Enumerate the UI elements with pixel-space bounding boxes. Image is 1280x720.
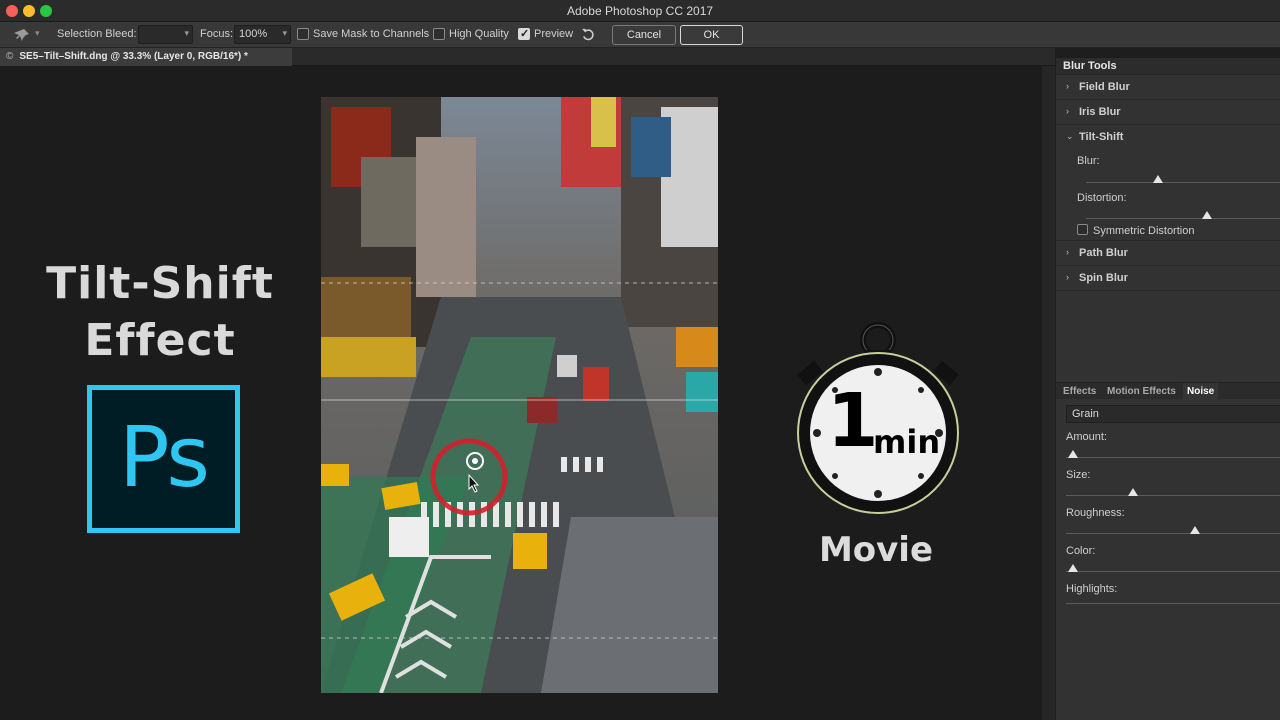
tab-effects[interactable]: Effects	[1063, 386, 1096, 397]
tilt-shift-section: ⌄ Tilt-Shift Blur: Distortion: Symmetric…	[1056, 125, 1280, 241]
pin-tool-icon[interactable]	[14, 27, 30, 43]
noise-type-value: Grain	[1072, 408, 1099, 420]
blur-amount-label: Blur:	[1077, 155, 1100, 167]
stopwatch-number: 1	[827, 378, 879, 464]
document-tab-bar: © SE5–Tilt–Shift.dng @ 33.3% (Layer 0, RG…	[0, 48, 1055, 66]
cancel-button[interactable]: Cancel	[612, 25, 676, 45]
options-bar: ▾ Selection Bleed: ▾ Focus: 100% ▾ Save …	[0, 22, 1280, 48]
iris-blur-section[interactable]: › Iris Blur	[1056, 100, 1280, 125]
color-track[interactable]	[1066, 571, 1280, 572]
distortion-label: Distortion:	[1077, 192, 1127, 204]
focus-value: 100%	[239, 28, 268, 40]
spin-blur-label: Spin Blur	[1079, 272, 1128, 284]
symmetric-distortion-label: Symmetric Distortion	[1093, 225, 1195, 237]
chevron-right-icon: ›	[1066, 247, 1069, 257]
blur-tools-panel: Blur Tools › Field Blur › Iris Blur ⌄ Ti…	[1055, 58, 1280, 720]
tab-noise[interactable]: Noise	[1183, 383, 1219, 400]
spin-blur-section[interactable]: › Spin Blur	[1056, 266, 1280, 291]
save-mask-label: Save Mask to Channels	[313, 28, 430, 40]
app-title: Adobe Photoshop CC 2017	[566, 4, 714, 18]
overlay-title-line1: Tilt-Shift	[46, 258, 274, 309]
chevron-down-icon: ▾	[282, 28, 287, 38]
highlights-label: Highlights:	[1066, 583, 1118, 595]
size-slider-thumb[interactable]	[1128, 488, 1138, 496]
chevron-down-icon[interactable]: ⌄	[1066, 131, 1074, 142]
chevron-right-icon: ›	[1066, 81, 1069, 91]
stopwatch-unit: min	[873, 423, 941, 461]
symmetric-distortion-checkbox[interactable]	[1077, 224, 1088, 235]
iris-blur-label: Iris Blur	[1079, 106, 1121, 118]
distortion-slider-thumb[interactable]	[1201, 211, 1212, 219]
size-track[interactable]	[1066, 495, 1280, 496]
chevron-right-icon: ›	[1066, 106, 1069, 116]
field-blur-section[interactable]: › Field Blur	[1056, 75, 1280, 100]
close-tab-icon[interactable]: ©	[6, 51, 13, 62]
selection-bleed-label: Selection Bleed:	[57, 28, 137, 40]
stopwatch-graphic: 1 min	[795, 318, 961, 518]
blur-tools-header: Blur Tools	[1056, 58, 1280, 75]
blur-amount-track[interactable]	[1086, 182, 1280, 183]
field-blur-label: Field Blur	[1079, 81, 1130, 93]
document-image[interactable]	[321, 97, 718, 693]
photoshop-logo: Ps	[87, 385, 240, 533]
focus-field[interactable]: 100% ▾	[234, 25, 291, 44]
high-quality-checkbox[interactable]	[433, 28, 445, 40]
document-tab[interactable]: © SE5–Tilt–Shift.dng @ 33.3% (Layer 0, RG…	[0, 48, 292, 66]
amount-slider-thumb[interactable]	[1068, 450, 1078, 458]
title-bar: Adobe Photoshop CC 2017	[0, 0, 1280, 22]
movie-label: Movie	[818, 530, 934, 570]
overlay-title-line2: Effect	[84, 315, 236, 366]
focus-label: Focus:	[200, 28, 234, 40]
document-tab-title: SE5–Tilt–Shift.dng @ 33.3% (Layer 0, RGB…	[19, 51, 248, 62]
roughness-track[interactable]	[1066, 533, 1280, 534]
tilt-shift-label[interactable]: Tilt-Shift	[1079, 131, 1123, 143]
amount-label: Amount:	[1066, 431, 1107, 443]
effects-tab-bar: Effects Motion Effects Noise	[1056, 382, 1280, 400]
highlights-track[interactable]	[1066, 603, 1280, 604]
path-blur-label: Path Blur	[1079, 247, 1128, 259]
path-blur-section[interactable]: › Path Blur	[1056, 241, 1280, 266]
distortion-track[interactable]	[1086, 218, 1280, 219]
noise-type-select[interactable]: Grain	[1066, 405, 1280, 423]
amount-track[interactable]	[1066, 457, 1280, 458]
ok-button[interactable]: OK	[680, 25, 743, 45]
roughness-slider-thumb[interactable]	[1190, 526, 1200, 534]
blur-amount-slider-thumb[interactable]	[1153, 175, 1164, 183]
size-label: Size:	[1066, 469, 1091, 481]
high-quality-label: High Quality	[449, 28, 509, 40]
chevron-down-icon: ▾	[184, 28, 189, 38]
chevron-right-icon: ›	[1066, 272, 1069, 282]
preview-label: Preview	[534, 28, 574, 40]
reset-icon[interactable]	[581, 27, 596, 42]
tab-motion-effects[interactable]: Motion Effects	[1107, 386, 1176, 397]
color-slider-thumb[interactable]	[1068, 564, 1078, 572]
selection-bleed-field[interactable]: ▾	[138, 25, 193, 44]
color-label: Color:	[1066, 545, 1096, 557]
ps-logo-text: Ps	[119, 408, 210, 506]
canvas-scrollbar[interactable]	[1042, 66, 1055, 720]
chevron-down-icon[interactable]: ▾	[35, 28, 40, 39]
tilt-shift-photo	[321, 97, 718, 693]
roughness-label: Roughness:	[1066, 507, 1125, 519]
preview-checkbox[interactable]	[518, 27, 530, 40]
save-mask-checkbox[interactable]	[297, 28, 309, 40]
